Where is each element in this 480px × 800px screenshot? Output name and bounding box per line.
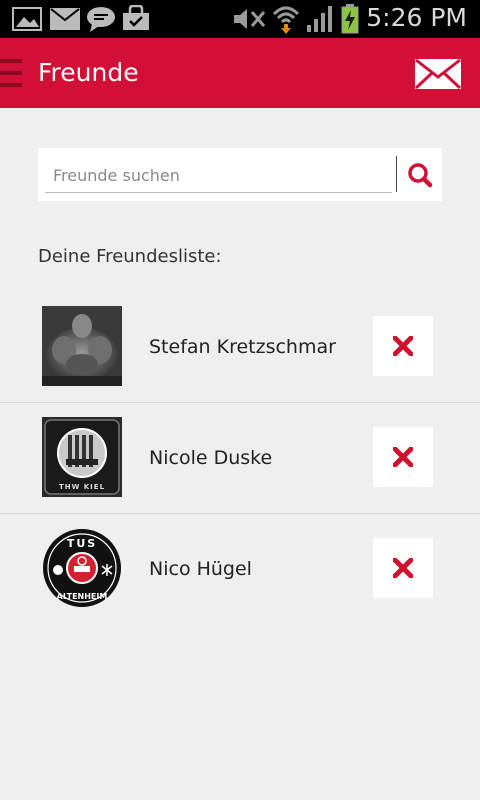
- mail-icon[interactable]: [414, 58, 462, 90]
- remove-friend-button[interactable]: [373, 316, 433, 376]
- search-icon[interactable]: [404, 158, 436, 192]
- remove-icon: [393, 558, 413, 578]
- avatar[interactable]: TUS ALTENHEIM: [42, 528, 122, 608]
- avatar[interactable]: THW KIEL: [42, 417, 122, 497]
- signal-icon: [307, 6, 332, 32]
- friend-name[interactable]: Stefan Kretzschmar: [149, 336, 336, 358]
- shopping-bag-icon: [123, 5, 149, 30]
- friend-name[interactable]: Nico Hügel: [149, 558, 252, 580]
- list-item: TUS ALTENHEIM Nico Hügel: [0, 513, 480, 624]
- gallery-icon: [12, 7, 42, 31]
- list-item: Stefan Kretzschmar: [0, 291, 480, 403]
- avatar-logo-text: THW KIEL: [59, 483, 105, 491]
- avatar[interactable]: [42, 306, 122, 386]
- friends-list-heading: Deine Freundesliste:: [38, 246, 222, 267]
- email-icon: [50, 8, 80, 30]
- friend-name[interactable]: Nicole Duske: [149, 447, 272, 469]
- status-bar: 5:26 PM: [0, 0, 480, 38]
- avatar-logo-text: TUS: [67, 537, 97, 550]
- status-time: 5:26 PM: [366, 3, 467, 32]
- list-item: THW KIEL Nicole Duske: [0, 402, 480, 514]
- battery-charging-icon: [341, 4, 359, 34]
- app-bar: Freunde: [0, 38, 480, 108]
- search-bar: [38, 148, 442, 201]
- menu-icon[interactable]: [0, 59, 22, 89]
- chat-icon: [87, 7, 115, 32]
- search-input[interactable]: [45, 158, 392, 193]
- remove-icon: [393, 447, 413, 467]
- remove-friend-button[interactable]: [373, 538, 433, 598]
- avatar-logo-text: ALTENHEIM: [57, 592, 108, 601]
- page-title: Freunde: [38, 58, 139, 87]
- remove-friend-button[interactable]: [373, 427, 433, 487]
- mute-icon: [234, 9, 266, 29]
- wifi-icon: [272, 6, 300, 34]
- remove-icon: [393, 336, 413, 356]
- search-divider: [396, 156, 397, 192]
